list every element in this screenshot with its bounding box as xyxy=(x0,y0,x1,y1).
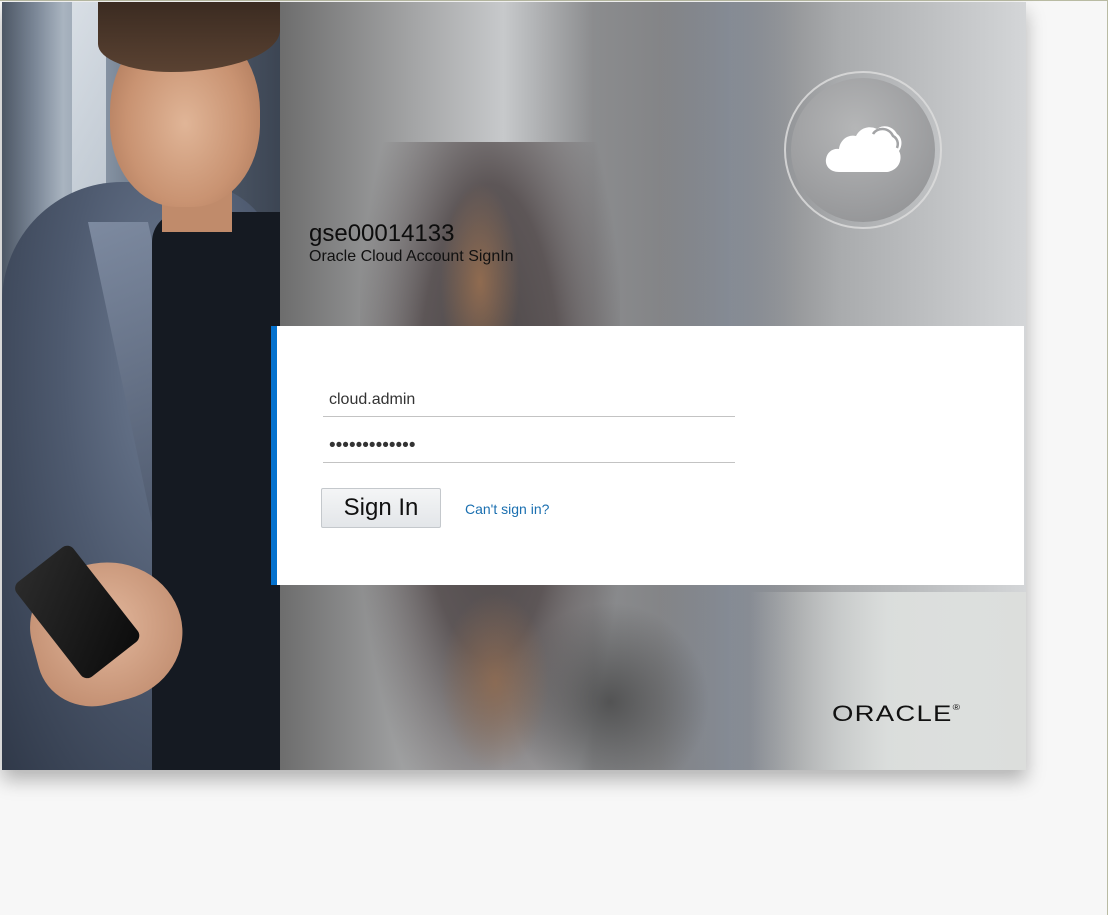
registered-mark: ® xyxy=(952,703,962,712)
signin-subtitle: Oracle Cloud Account SignIn xyxy=(309,248,514,265)
signin-card: Sign In Can't sign in? xyxy=(271,326,1024,585)
password-field[interactable] xyxy=(323,429,735,463)
cloud-badge-inner xyxy=(791,78,935,222)
signin-button[interactable]: Sign In xyxy=(321,488,441,528)
oracle-logo-text: ORACLE xyxy=(832,701,953,726)
cloud-icon xyxy=(825,126,902,172)
photo-shirt xyxy=(152,212,280,770)
cant-signin-link[interactable]: Can't sign in? xyxy=(465,501,549,517)
bg-blur-light xyxy=(750,592,1026,770)
bg-blur-bag-lower xyxy=(440,592,550,770)
oracle-logo: ORACLE® xyxy=(832,701,961,727)
photo-hair xyxy=(98,2,280,72)
hero-photo xyxy=(2,2,280,770)
cloud-badge xyxy=(784,71,942,229)
page: gse00014133 Oracle Cloud Account SignIn … xyxy=(0,0,1108,915)
username-field[interactable] xyxy=(323,383,735,417)
identity-domain-title: gse00014133 xyxy=(309,220,455,247)
